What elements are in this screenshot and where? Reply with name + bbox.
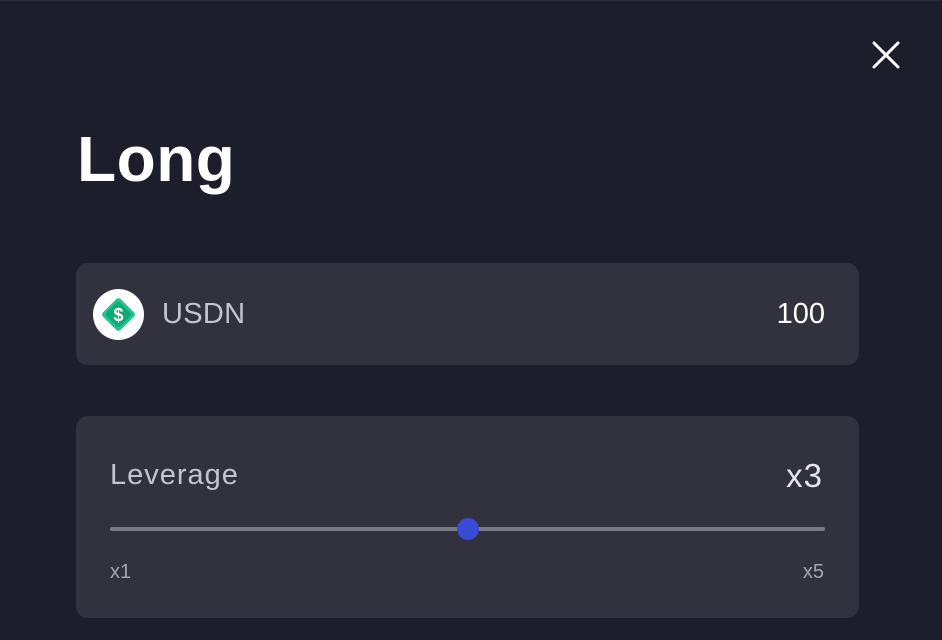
long-modal: Long $ USDN 100 Leverage x3 x1 x5 xyxy=(0,0,942,640)
leverage-slider[interactable] xyxy=(110,516,825,542)
leverage-label: Leverage xyxy=(110,459,239,491)
modal-title: Long xyxy=(77,123,236,195)
amount-input-card[interactable]: $ USDN 100 xyxy=(76,263,859,365)
slider-thumb[interactable] xyxy=(456,518,479,540)
slider-max-label: x5 xyxy=(802,561,824,583)
usdn-token-icon: $ xyxy=(93,289,144,340)
leverage-card: Leverage x3 x1 x5 xyxy=(76,416,859,618)
slider-min-label: x1 xyxy=(110,561,132,583)
svg-text:$: $ xyxy=(113,305,123,325)
leverage-value: x3 xyxy=(786,457,823,494)
close-button[interactable] xyxy=(868,37,904,73)
close-icon xyxy=(872,41,900,69)
token-name: USDN xyxy=(162,298,246,330)
amount-value[interactable]: 100 xyxy=(777,297,825,331)
